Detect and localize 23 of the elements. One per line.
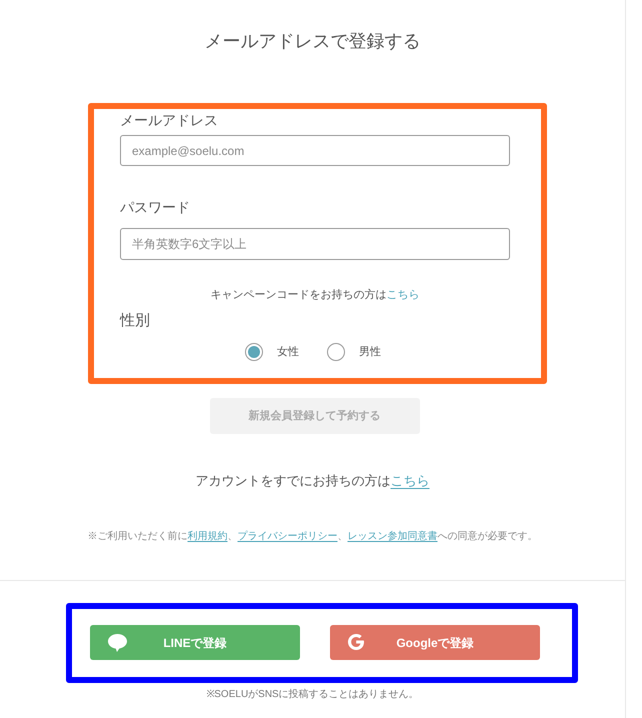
terms-link[interactable]: 利用規約: [188, 531, 228, 542]
page-title: メールアドレスで登録する: [204, 30, 420, 52]
campaign-code-link[interactable]: こちら: [386, 289, 420, 301]
google-signup-button[interactable]: Googleで登録: [330, 625, 540, 660]
field-label: パスワード: [120, 198, 190, 216]
google-g-icon: [348, 634, 364, 650]
terms-link[interactable]: レッスン参加同意書: [348, 531, 438, 542]
gender-label: 性別: [120, 312, 150, 330]
login-text: アカウントをすでにお持ちの方はこちら: [196, 472, 430, 489]
input-field[interactable]: 半角英数字6文字以上: [120, 228, 510, 260]
login-link[interactable]: こちら: [390, 473, 430, 488]
sns-note: ※SOELUがSNSに投稿することはありません。: [206, 688, 419, 701]
radio-button[interactable]: [245, 343, 263, 361]
radio-button[interactable]: [327, 343, 345, 361]
campaign-code-text: キャンペーンコードをお持ちの方はこちら: [210, 289, 420, 302]
input-field[interactable]: example@soelu.com: [120, 135, 510, 166]
radio-label: 女性: [277, 345, 299, 359]
speech-bubble-icon: [108, 634, 127, 652]
terms-link[interactable]: プライバシーポリシー: [238, 531, 338, 542]
terms-text: ※ご利用いただく前に利用規約、プライバシーポリシー、レッスン参加同意書への同意が必要です。: [88, 530, 538, 543]
line-signup-button[interactable]: LINEで登録: [90, 625, 300, 660]
field-label: メールアドレス: [120, 111, 218, 129]
radio-label: 男性: [359, 345, 381, 359]
